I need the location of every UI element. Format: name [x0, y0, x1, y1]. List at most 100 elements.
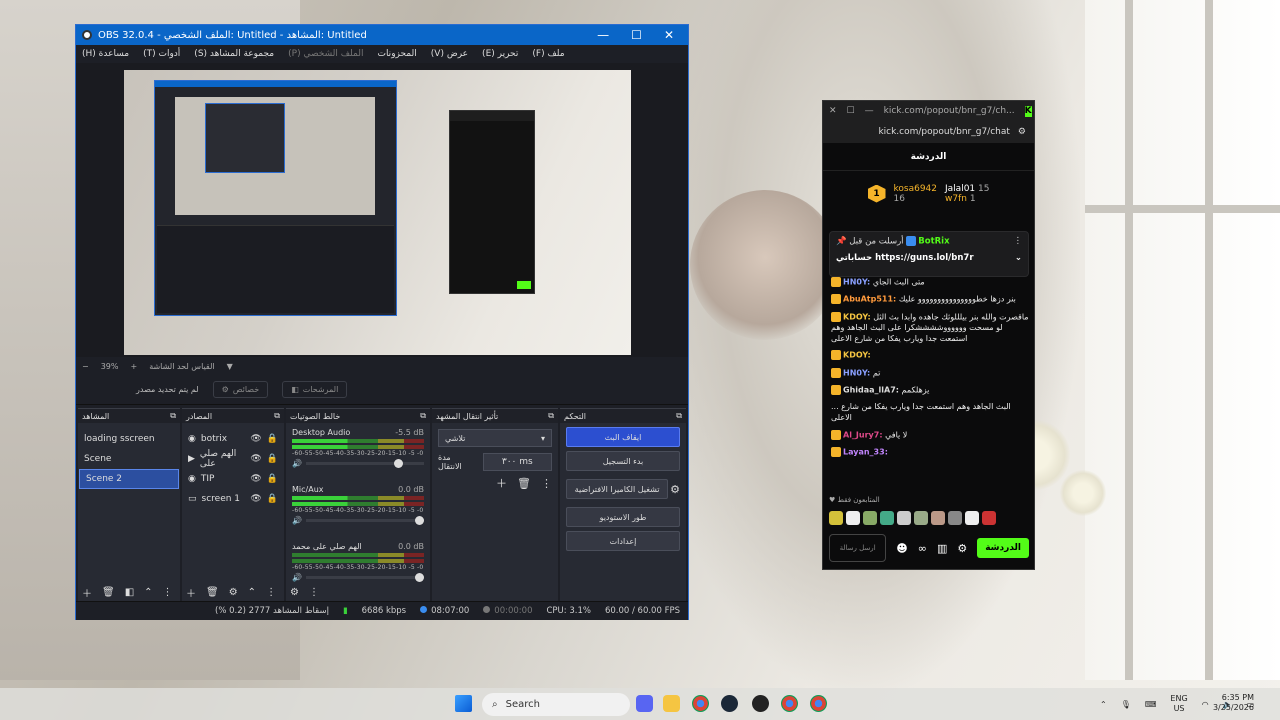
- pinned-text[interactable]: حساباتي https://guns.lol/bn7r: [836, 253, 974, 263]
- chat-username[interactable]: Layan_33:: [843, 448, 888, 457]
- filters-button[interactable]: ◧ المرشحات: [282, 381, 348, 398]
- scene-item[interactable]: Scene: [78, 449, 180, 469]
- file-explorer-icon[interactable]: [663, 695, 680, 712]
- chat-message[interactable]: KDOY: ماقصرت والله بنر بيلللوثك جاهده وا…: [831, 311, 1031, 345]
- chat-username[interactable]: HN0Y:: [843, 278, 870, 287]
- chat-message[interactable]: KDOY:: [831, 350, 1031, 361]
- zoom-in-button[interactable]: +: [130, 362, 137, 371]
- infinity-icon[interactable]: ∞: [918, 542, 927, 555]
- delete-transition-icon[interactable]: 🗑: [517, 477, 531, 490]
- minimize-button[interactable]: —: [597, 28, 609, 42]
- chrome-icon[interactable]: [692, 695, 709, 712]
- leader-name[interactable]: w7fn: [945, 194, 967, 204]
- chat-username[interactable]: Al_Jury7:: [843, 430, 883, 439]
- emote-icon[interactable]: [897, 511, 911, 525]
- obs-icon[interactable]: [752, 695, 769, 712]
- visibility-icon[interactable]: 👁: [250, 454, 261, 464]
- chat-message[interactable]: Al_Jury7: لا يافي: [831, 429, 1031, 441]
- properties-button[interactable]: ⚙ خصائص: [212, 381, 269, 398]
- minimize-icon[interactable]: —: [865, 106, 874, 116]
- add-transition-icon[interactable]: ＋: [496, 475, 507, 491]
- dock-popout-icon[interactable]: ⧉: [676, 411, 682, 421]
- transition-select[interactable]: تلاشي ▾: [438, 429, 552, 447]
- zoom-dropdown-icon[interactable]: ▼: [227, 362, 233, 371]
- more-icon[interactable]: ⋮: [1014, 236, 1023, 246]
- chat-message[interactable]: Ghidaa_llA7: يزهلكمم: [831, 385, 1031, 396]
- source-item[interactable]: ▶ الهم صلي على 👁 🔒: [182, 449, 284, 469]
- pinned-user[interactable]: BotRix: [918, 237, 949, 247]
- move-up-icon[interactable]: ⌃: [248, 587, 256, 598]
- speaker-icon[interactable]: 🔊: [292, 516, 302, 525]
- volume-slider[interactable]: [305, 516, 424, 525]
- taskbar-search[interactable]: ⌕ Search: [482, 693, 630, 716]
- obs-titlebar[interactable]: OBS 32.0.4 - الملف الشخصي: Untitled - ال…: [76, 25, 688, 45]
- emote-icon[interactable]: [948, 511, 962, 525]
- virtual-camera-settings-icon[interactable]: ⚙: [670, 483, 680, 496]
- scene-item[interactable]: loading sscreen: [78, 429, 180, 449]
- wifi-icon[interactable]: ◠: [1202, 700, 1209, 709]
- emote-icon[interactable]: [829, 511, 843, 525]
- duration-field[interactable]: ٣٠٠ ms: [482, 453, 552, 471]
- chat-message[interactable]: AbuAtp511: بنر دزها خطووووووووووووووو عل…: [831, 294, 1031, 305]
- chrome-icon[interactable]: [781, 695, 798, 712]
- speaker-icon[interactable]: 🔊: [292, 573, 302, 582]
- visibility-icon[interactable]: 👁: [250, 474, 261, 484]
- more-icon[interactable]: ⋮: [266, 587, 276, 598]
- zoom-mode-label[interactable]: القياس لحد الشاشة: [149, 362, 214, 371]
- emote-icon[interactable]: [880, 511, 894, 525]
- windows-start-icon[interactable]: [455, 695, 472, 712]
- lock-icon[interactable]: 🔒: [267, 454, 278, 464]
- maximize-icon[interactable]: ☐: [847, 106, 855, 116]
- emote-icon[interactable]: [863, 511, 877, 525]
- delete-source-icon[interactable]: 🗑: [206, 587, 219, 598]
- clock[interactable]: 6:35 PM 3/25/2026: [1213, 693, 1254, 714]
- dock-popout-icon[interactable]: ⧉: [170, 411, 176, 421]
- kick-titlebar[interactable]: ✕ ☐ — kick.com/popout/bnr_g7/ch... K: [823, 101, 1034, 121]
- source-settings-icon[interactable]: ⚙: [229, 587, 238, 598]
- chat-username[interactable]: Ghidaa_llA7:: [843, 386, 899, 395]
- emote-icon[interactable]: [931, 511, 945, 525]
- more-icon[interactable]: ⋮: [541, 477, 552, 490]
- mixer-settings-icon[interactable]: ⚙: [290, 587, 299, 598]
- chat-message[interactable]: HN0Y: متى البث الجاي: [831, 277, 1031, 288]
- speaker-icon[interactable]: 🔊: [292, 459, 302, 468]
- menu-help[interactable]: مساعدة (H): [82, 49, 129, 59]
- close-icon[interactable]: ✕: [829, 106, 837, 116]
- maximize-button[interactable]: ☐: [631, 28, 642, 42]
- stop-stream-button[interactable]: ايقاف البث: [566, 427, 680, 447]
- close-button[interactable]: ✕: [664, 28, 674, 42]
- menu-edit[interactable]: تحرير (E): [482, 49, 518, 59]
- emote-icon[interactable]: [965, 511, 979, 525]
- menu-docks[interactable]: المحزونات: [377, 49, 416, 59]
- lock-icon[interactable]: 🔒: [267, 434, 278, 444]
- chat-input[interactable]: ارسل رسالة: [829, 534, 887, 562]
- chat-username[interactable]: KDOY:: [843, 312, 871, 321]
- delete-scene-icon[interactable]: 🗑: [102, 587, 115, 598]
- zoom-out-button[interactable]: −: [82, 362, 89, 371]
- keyboard-icon[interactable]: ⌨: [1145, 700, 1157, 709]
- scene-item-selected[interactable]: Scene 2: [79, 469, 179, 489]
- source-item[interactable]: ◉ TIP 👁 🔒: [182, 469, 284, 489]
- source-item[interactable]: ▭ screen 1 👁 🔒: [182, 489, 284, 509]
- volume-slider[interactable]: [305, 573, 424, 582]
- add-scene-icon[interactable]: ＋: [82, 585, 92, 600]
- emote-icon[interactable]: [982, 511, 996, 525]
- scene-filter-icon[interactable]: ◧: [125, 587, 134, 598]
- source-item[interactable]: ◉ botrix 👁 🔒: [182, 429, 284, 449]
- start-recording-button[interactable]: بدء التسجيل: [566, 451, 680, 471]
- add-source-icon[interactable]: ＋: [186, 585, 196, 600]
- send-chat-button[interactable]: الدردشة: [977, 538, 1029, 558]
- discord-icon[interactable]: [636, 695, 653, 712]
- chat-message[interactable]: Layan_33:: [831, 447, 1031, 458]
- chat-username[interactable]: AbuAtp511:: [843, 295, 896, 304]
- address-url[interactable]: kick.com/popout/bnr_g7/chat: [878, 127, 1009, 137]
- emoji-icon[interactable]: ☻: [896, 542, 907, 555]
- emote-icon[interactable]: [846, 511, 860, 525]
- dock-popout-icon[interactable]: ⧉: [548, 411, 554, 421]
- lock-icon[interactable]: 🔒: [267, 474, 278, 484]
- chrome-icon[interactable]: [810, 695, 827, 712]
- studio-mode-button[interactable]: طور الاستوديو: [566, 507, 680, 527]
- emote-icon[interactable]: [914, 511, 928, 525]
- chat-username[interactable]: HN0Y:: [843, 368, 870, 377]
- menu-tools[interactable]: أدوات (T): [143, 49, 180, 59]
